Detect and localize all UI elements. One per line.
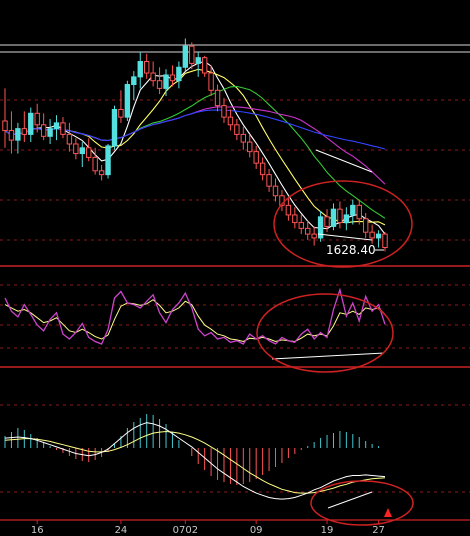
- candle-body: [362, 218, 369, 233]
- x-tick-label: 27: [372, 525, 385, 536]
- candle-body: [156, 80, 163, 89]
- candle-body: [131, 76, 137, 86]
- candle-body: [150, 72, 156, 82]
- candle-body: [124, 84, 131, 118]
- x-tick-label: 24: [115, 525, 128, 536]
- candle-body: [375, 233, 382, 239]
- candle-body: [79, 147, 85, 155]
- candle-body: [311, 233, 317, 239]
- candle-body: [15, 128, 21, 141]
- candle-body: [266, 174, 272, 187]
- x-tick-label: 16: [31, 525, 44, 536]
- candle-body: [66, 133, 73, 145]
- candle-body: [305, 227, 311, 235]
- candle-body: [234, 124, 240, 135]
- chart-background: [0, 0, 470, 536]
- candle-body: [227, 116, 234, 126]
- candle-body: [343, 214, 350, 224]
- candle-body: [214, 89, 221, 107]
- candle-body: [169, 74, 176, 82]
- candle-body: [73, 143, 79, 155]
- candle-body: [182, 45, 189, 68]
- candle-body: [247, 141, 253, 153]
- candle-body: [163, 74, 169, 89]
- candle-body: [240, 133, 247, 143]
- candle-body: [143, 61, 150, 74]
- candle-body: [118, 108, 124, 118]
- candle-body: [285, 204, 292, 216]
- stock-chart: 16 24 0702 09 19 27 1628.40: [0, 0, 470, 536]
- price-annotation-label: 1628.40: [326, 243, 376, 257]
- candle-body: [330, 208, 337, 227]
- candle-body: [298, 222, 304, 229]
- candle-body: [28, 112, 34, 135]
- candle-body: [208, 72, 214, 91]
- candle-body: [356, 204, 362, 220]
- candle-body: [176, 66, 182, 82]
- candle-body: [337, 208, 343, 224]
- candle-body: [111, 108, 118, 147]
- candle-body: [47, 128, 53, 137]
- candle-body: [189, 45, 195, 64]
- candle-body: [324, 216, 330, 227]
- candle-body: [40, 124, 47, 137]
- candle-body: [272, 185, 279, 197]
- candle-body: [382, 233, 388, 249]
- candle-body: [105, 145, 111, 176]
- candle-body: [53, 122, 60, 130]
- candle-body: [2, 120, 8, 132]
- candle-body: [34, 112, 40, 126]
- x-tick-label: 0702: [173, 525, 198, 536]
- candle-body: [259, 162, 266, 176]
- candle-body: [92, 156, 98, 172]
- candle-body: [201, 57, 208, 74]
- candle-body: [98, 170, 105, 176]
- candle-body: [253, 151, 259, 164]
- x-tick-label: 19: [321, 525, 334, 536]
- candle-body: [221, 105, 227, 118]
- x-tick-label: 09: [250, 525, 263, 536]
- candle-body: [86, 147, 92, 158]
- candle-body: [350, 204, 356, 216]
- candle-body: [137, 61, 143, 78]
- candle-body: [292, 214, 298, 224]
- candle-body: [8, 130, 15, 141]
- candle-body: [60, 122, 66, 135]
- candle-body: [369, 231, 375, 239]
- candle-body: [195, 57, 201, 64]
- candle-body: [21, 128, 28, 135]
